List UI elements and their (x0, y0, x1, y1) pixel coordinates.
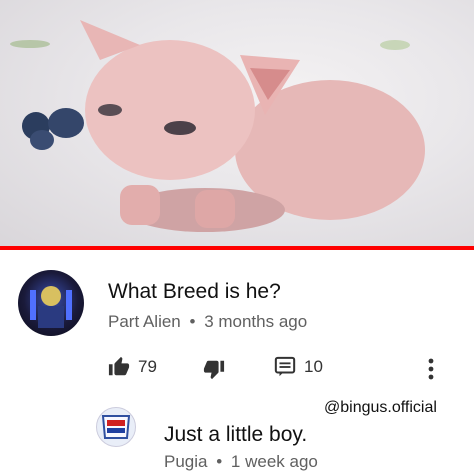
separator-dot: • (216, 452, 223, 471)
dislike-button[interactable] (203, 358, 225, 380)
progress-fill (0, 246, 474, 250)
more-vertical-icon (428, 358, 434, 380)
like-count: 79 (138, 357, 157, 376)
thumbs-up-icon (108, 356, 130, 376)
avatar-image (30, 286, 72, 328)
reply-avatar[interactable] (96, 407, 136, 447)
reply-count: 10 (304, 357, 323, 376)
comment-meta: Part Alien • 3 months ago (108, 312, 307, 332)
thumbs-down-icon (203, 360, 225, 380)
reply-button[interactable]: 10 (274, 356, 323, 378)
avatar[interactable] (18, 270, 84, 336)
watermark: @bingus.official (324, 399, 437, 416)
video-thumbnail[interactable] (0, 0, 474, 247)
comment-author[interactable]: Part Alien (108, 312, 181, 331)
reply-text: Just a little boy. (164, 423, 308, 446)
comment-text: What Breed is he? (108, 280, 281, 303)
separator-dot: • (189, 312, 196, 331)
kitten-illustration (80, 20, 425, 232)
more-button[interactable] (427, 358, 435, 385)
reply-meta: Pugia • 1 week ago (164, 452, 318, 472)
reply-icon (274, 356, 296, 377)
progress-bar[interactable] (0, 246, 474, 250)
reply-time: 1 week ago (230, 452, 318, 471)
reply-author[interactable]: Pugia (164, 452, 207, 471)
reply-avatar-image (101, 415, 131, 439)
like-button[interactable]: 79 (108, 356, 157, 378)
comment-time: 3 months ago (204, 312, 308, 331)
